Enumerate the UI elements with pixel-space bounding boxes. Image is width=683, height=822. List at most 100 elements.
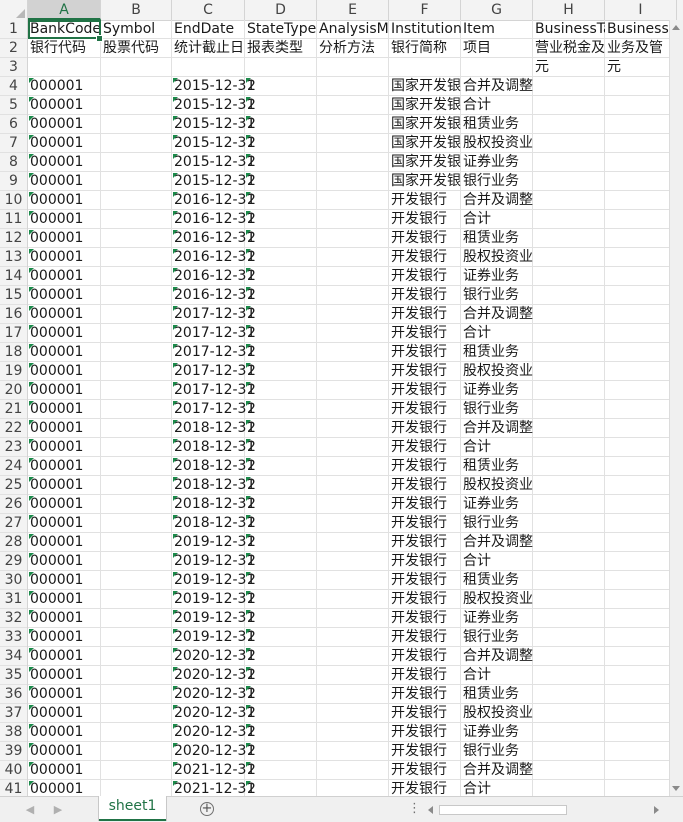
cell-d33[interactable]: 2 [245,628,317,647]
row-header-8[interactable]: 8 [0,153,27,172]
column-header-a[interactable]: A [28,0,101,20]
row-header-9[interactable]: 9 [0,172,27,191]
cell-b6[interactable] [101,115,172,134]
row-header-34[interactable]: 34 [0,647,27,666]
cell-h14[interactable] [533,267,605,286]
cell-h11[interactable] [533,210,605,229]
cell-f30[interactable]: 开发银行 [389,571,461,590]
cell-b18[interactable] [101,343,172,362]
cell-c30[interactable]: 2019-12-31 [172,571,255,590]
cell-f25[interactable]: 开发银行 [389,476,461,495]
tab-options-icon[interactable]: ⋮ [408,801,421,816]
cell-i20[interactable] [605,381,677,400]
cell-g34[interactable]: 合并及调整 [461,647,533,666]
cell-e8[interactable] [317,153,389,172]
row-header-36[interactable]: 36 [0,685,27,704]
cell-d36[interactable]: 2 [245,685,317,704]
cell-i4[interactable] [605,77,677,96]
cell-h25[interactable] [533,476,605,495]
cell-i23[interactable] [605,438,677,457]
cell-e21[interactable] [317,400,389,419]
cell-f5[interactable]: 国家开发银 [389,96,461,115]
cell-h35[interactable] [533,666,605,685]
cell-b10[interactable] [101,191,172,210]
cell-f10[interactable]: 开发银行 [389,191,461,210]
cell-i15[interactable] [605,286,677,305]
row-header-15[interactable]: 15 [0,286,27,305]
cell-f39[interactable]: 开发银行 [389,742,461,761]
cell-d26[interactable]: 2 [245,495,317,514]
cell-d22[interactable]: 2 [245,419,317,438]
cell-g8[interactable]: 证券业务 [461,153,533,172]
cell-g10[interactable]: 合并及调整 [461,191,533,210]
cell-e10[interactable] [317,191,389,210]
cell-e23[interactable] [317,438,389,457]
cell-g18[interactable]: 租赁业务 [461,343,533,362]
cell-c35[interactable]: 2020-12-31 [172,666,255,685]
row-header-2[interactable]: 2 [0,39,27,58]
cell-f14[interactable]: 开发银行 [389,267,461,286]
cell-e5[interactable] [317,96,389,115]
cell-b21[interactable] [101,400,172,419]
cell-e9[interactable] [317,172,389,191]
cell-g1[interactable]: Item [461,20,533,39]
cell-b37[interactable] [101,704,172,723]
cell-g9[interactable]: 银行业务 [461,172,533,191]
cell-a33[interactable]: 000001 [28,628,101,647]
cell-c4[interactable]: 2015-12-31 [172,77,255,96]
cell-g32[interactable]: 证券业务 [461,609,533,628]
cell-a10[interactable]: 000001 [28,191,101,210]
cell-f3[interactable] [389,58,461,77]
cell-h22[interactable] [533,419,605,438]
cell-i3[interactable]: 元 [605,58,677,77]
cell-c19[interactable]: 2017-12-31 [172,362,255,381]
cell-b2[interactable]: 股票代码 [101,39,172,58]
cell-e7[interactable] [317,134,389,153]
cell-i26[interactable] [605,495,677,514]
cell-c2[interactable]: 统计截止日 [172,39,245,58]
cell-b38[interactable] [101,723,172,742]
cell-f4[interactable]: 国家开发银 [389,77,461,96]
cell-i40[interactable] [605,761,677,780]
cell-b16[interactable] [101,305,172,324]
cell-b8[interactable] [101,153,172,172]
cell-e20[interactable] [317,381,389,400]
cell-h6[interactable] [533,115,605,134]
cell-d9[interactable]: 2 [245,172,317,191]
cell-d37[interactable]: 2 [245,704,317,723]
cell-g2[interactable]: 项目 [461,39,533,58]
cell-g35[interactable]: 合计 [461,666,533,685]
cell-g33[interactable]: 银行业务 [461,628,533,647]
cell-h23[interactable] [533,438,605,457]
cell-d1[interactable]: StateTypeC [245,20,317,39]
cell-d10[interactable]: 2 [245,191,317,210]
cell-i30[interactable] [605,571,677,590]
cell-c22[interactable]: 2018-12-31 [172,419,255,438]
cell-g24[interactable]: 租赁业务 [461,457,533,476]
cell-a39[interactable]: 000001 [28,742,101,761]
cell-e32[interactable] [317,609,389,628]
cell-h26[interactable] [533,495,605,514]
row-header-22[interactable]: 22 [0,419,27,438]
cell-i28[interactable] [605,533,677,552]
cell-i5[interactable] [605,96,677,115]
cell-c41[interactable]: 2021-12-31 [172,780,255,796]
cell-d11[interactable]: 2 [245,210,317,229]
cell-b41[interactable] [101,780,172,796]
cell-f18[interactable]: 开发银行 [389,343,461,362]
row-header-4[interactable]: 4 [0,77,27,96]
cell-i29[interactable] [605,552,677,571]
cell-e19[interactable] [317,362,389,381]
cell-a20[interactable]: 000001 [28,381,101,400]
cell-e13[interactable] [317,248,389,267]
cell-c27[interactable]: 2018-12-31 [172,514,255,533]
cell-d14[interactable]: 2 [245,267,317,286]
cell-g13[interactable]: 股权投资业务 [461,248,533,267]
cell-c32[interactable]: 2019-12-31 [172,609,255,628]
cell-f17[interactable]: 开发银行 [389,324,461,343]
cell-a26[interactable]: 000001 [28,495,101,514]
row-header-16[interactable]: 16 [0,305,27,324]
cell-f9[interactable]: 国家开发银 [389,172,461,191]
cell-c7[interactable]: 2015-12-31 [172,134,255,153]
cell-a37[interactable]: 000001 [28,704,101,723]
